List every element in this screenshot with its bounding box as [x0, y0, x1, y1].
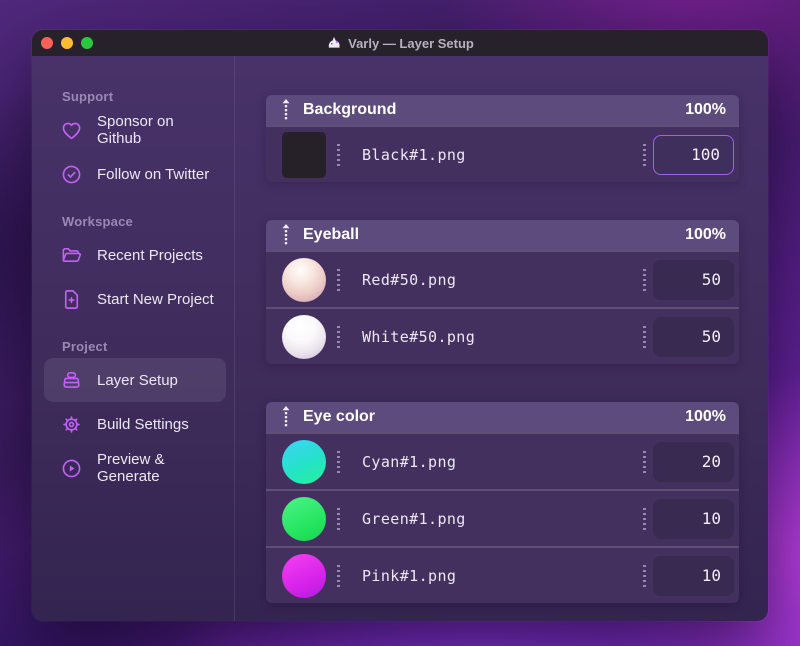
section-label-project: Project	[62, 339, 108, 354]
layer-thumbnail	[282, 496, 326, 541]
layer-rarity-input[interactable]	[653, 316, 734, 357]
layer-group-weight: 100%	[685, 101, 726, 118]
divider-dotted	[643, 507, 646, 530]
sidebar-section-support: Support Sponsor on Github Follow on Twit…	[44, 89, 226, 196]
layer-group-eyeball: Eyeball 100% Red#50.png White#50.png	[266, 220, 739, 364]
layer-rarity-input[interactable]	[653, 555, 734, 596]
traffic-lights	[41, 30, 93, 56]
divider-dotted	[337, 450, 340, 473]
sidebar-item-follow-on-twitter[interactable]: Follow on Twitter	[44, 152, 226, 196]
layer-group-weight: 100%	[685, 408, 726, 425]
sidebar-item-label: Build Settings	[97, 415, 189, 433]
layer-file-name: Pink#1.png	[362, 566, 457, 585]
divider-dotted	[643, 564, 646, 587]
folder-icon	[62, 247, 82, 262]
sidebar: Support Sponsor on Github Follow on Twit…	[32, 56, 235, 621]
sidebar-item-sponsor-on-github[interactable]: Sponsor on Github	[44, 108, 226, 152]
layer-group-title: Background	[303, 101, 397, 118]
layer-file-name: Cyan#1.png	[362, 452, 457, 471]
layer-setup-panel: Background 100% Black#1.png 100 Eyeball …	[235, 56, 768, 621]
sidebar-item-start-new-project[interactable]: Start New Project	[44, 277, 226, 321]
layer-group-background: Background 100% Black#1.png	[266, 95, 739, 182]
drag-handle-icon[interactable]	[281, 405, 291, 429]
window-title: Varly — Layer Setup	[326, 35, 474, 51]
section-label-workspace: Workspace	[62, 214, 133, 229]
drag-handle-icon[interactable]	[281, 98, 291, 122]
layer-file-name: Black#1.png	[362, 145, 466, 164]
sidebar-item-recent-projects[interactable]: Recent Projects	[44, 233, 226, 277]
app-window: Varly — Layer Setup Support Sponsor on G…	[32, 30, 768, 621]
sidebar-item-label: Sponsor on Github	[97, 113, 174, 147]
layer-thumbnail	[282, 131, 326, 178]
divider-dotted	[337, 268, 340, 291]
zoom-button[interactable]	[81, 37, 93, 49]
sidebar-item-build-settings[interactable]: Build Settings	[44, 402, 226, 446]
layer-group-eye-color: Eye color 100% Cyan#1.png Green#1.png	[266, 402, 739, 603]
layer-thumbnail	[282, 257, 326, 302]
title-bar: Varly — Layer Setup	[32, 30, 768, 56]
divider-dotted	[337, 143, 340, 166]
section-label-support: Support	[62, 89, 114, 104]
sidebar-item-label: Follow on Twitter	[97, 165, 210, 183]
unicorn-app-icon	[328, 36, 340, 48]
layer-row: Cyan#1.png	[266, 432, 739, 489]
layer-row: White#50.png	[266, 307, 739, 364]
divider-dotted	[643, 268, 646, 291]
heart-icon	[62, 122, 81, 139]
divider-dotted	[337, 507, 340, 530]
layer-rarity-input[interactable]	[653, 134, 734, 175]
layer-rarity-input[interactable]	[653, 441, 734, 482]
archive-box-icon	[63, 371, 80, 388]
layer-group-title: Eyeball	[303, 226, 360, 243]
layer-row: Pink#1.png	[266, 546, 739, 603]
layer-thumbnail	[282, 553, 326, 598]
layer-group-title: Eye color	[303, 408, 376, 425]
divider-dotted	[643, 325, 646, 348]
sidebar-item-label: Layer Setup	[97, 371, 178, 389]
play-circle-icon	[62, 459, 81, 477]
layer-rarity-input[interactable]	[653, 259, 734, 300]
gear-icon	[63, 415, 80, 433]
layer-group-header: Background 100%	[266, 95, 739, 125]
layer-row: Black#1.png	[266, 125, 739, 182]
layer-thumbnail	[282, 314, 326, 359]
layer-file-name: Green#1.png	[362, 509, 466, 528]
divider-dotted	[643, 450, 646, 473]
divider-dotted	[337, 564, 340, 587]
layer-file-name: White#50.png	[362, 327, 476, 346]
check-badge-icon	[62, 165, 81, 183]
sidebar-item-label: Recent Projects	[97, 246, 203, 264]
layer-group-header: Eyeball 100%	[266, 220, 739, 250]
layer-group-header: Eye color 100%	[266, 402, 739, 432]
layer-group-weight: 100%	[685, 226, 726, 243]
layer-row: Red#50.png	[266, 250, 739, 307]
file-plus-icon	[64, 289, 79, 309]
layer-row: Green#1.png	[266, 489, 739, 546]
sidebar-item-preview-generate[interactable]: Preview & Generate	[44, 446, 226, 490]
layer-thumbnail	[282, 439, 326, 484]
drag-handle-icon[interactable]	[281, 223, 291, 247]
close-button[interactable]	[41, 37, 53, 49]
divider-dotted	[337, 325, 340, 348]
layer-rarity-input[interactable]	[653, 498, 734, 539]
sidebar-item-layer-setup[interactable]: Layer Setup	[44, 358, 226, 402]
minimize-button[interactable]	[61, 37, 73, 49]
sidebar-section-project: Project Layer Setup Build Settings Previ…	[44, 339, 226, 490]
sidebar-item-label: Start New Project	[97, 290, 214, 308]
window-title-text: Varly — Layer Setup	[348, 35, 474, 51]
sidebar-section-workspace: Workspace Recent Projects Start New Proj…	[44, 214, 226, 321]
divider-dotted	[643, 143, 646, 166]
layer-file-name: Red#50.png	[362, 270, 457, 289]
sidebar-item-label: Preview & Generate	[97, 451, 165, 485]
